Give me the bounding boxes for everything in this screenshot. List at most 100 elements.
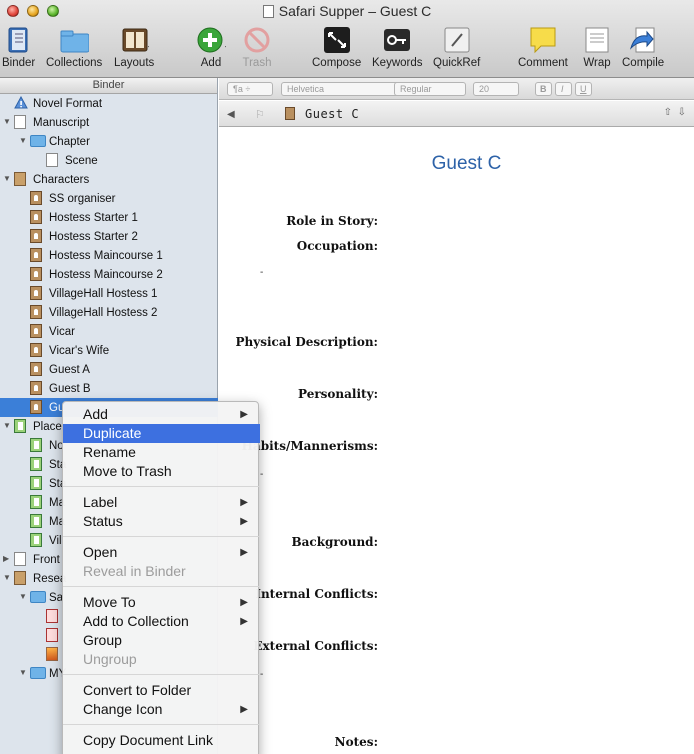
binder-item-label: Front [33,553,60,566]
back-arrow-icon[interactable]: ◀ [227,109,235,120]
menu-item-label: Status [83,513,123,529]
binder-item[interactable]: ▼ Chapter [0,132,218,151]
previous-document-icon[interactable]: ⇧ [664,107,672,118]
menu-item-add[interactable]: Add ▶ [63,405,260,424]
compose-toolbar-button[interactable]: Compose [312,25,361,69]
binder-item[interactable]: Vicar's Wife [0,341,218,360]
binder-item-label: Manuscript [33,116,90,129]
wrap-toolbar-button[interactable]: Wrap [582,25,612,69]
menu-item-label: Ungroup [83,651,137,667]
next-document-icon[interactable]: ⇩ [678,107,686,118]
place-sheet-icon [30,438,42,452]
menu-item-status[interactable]: Status ▶ [63,512,260,531]
disclosure-expanded-icon[interactable]: ▼ [3,422,11,430]
binder-label: Binder [2,57,36,69]
bookmark-icon[interactable]: ⚐ [255,108,265,121]
disclosure-collapsed-icon[interactable]: ▶ [3,555,11,563]
binder-item-label: Characters [33,173,90,186]
editor-header-bar: ◀ ⚐ Guest C ⇧ ⇩ [219,101,694,127]
keywords-toolbar-button[interactable]: Keywords [372,25,423,69]
keywords-icon [382,25,412,55]
window-toolbar: Safari Supper – Guest C Binder Collectio… [0,0,694,78]
menu-item-add-to-collection[interactable]: Add to Collection ▶ [63,612,260,631]
comment-toolbar-button[interactable]: Comment [518,25,568,69]
menu-item-label: Change Icon [83,701,163,717]
scrivener-window: Safari Supper – Guest C Binder Collectio… [0,0,694,754]
field-background: Background: [291,535,378,549]
external-conflicts-dash: - [260,669,264,680]
binder-item[interactable]: VillageHall Hostess 1 [0,284,218,303]
collections-toolbar-button[interactable]: Collections [46,25,102,69]
binder-item[interactable]: Novel Format [0,94,218,113]
binder-item[interactable]: Guest B [0,379,218,398]
character-sheet-icon [30,400,42,414]
binder-item-label: SS organiser [49,192,116,205]
menu-item-change-icon[interactable]: Change Icon ▶ [63,700,260,719]
editor-pane[interactable]: Guest C Role in Story: Occupation: - Phy… [219,127,694,754]
wrap-label: Wrap [583,57,611,69]
binder-item[interactable]: Vicar [0,322,218,341]
document-icon [14,115,26,129]
binder-item[interactable]: Hostess Starter 2 [0,227,218,246]
field-habits-mannerisms: Habits/Mannerisms: [241,439,378,453]
bold-label: B [540,84,547,94]
collections-label: Collections [46,57,103,69]
compile-toolbar-button[interactable]: Compile [622,25,664,69]
font-style-value: Regular [400,84,432,94]
menu-item-label: Move to Trash [83,463,172,479]
binder-item[interactable]: Guest A [0,360,218,379]
binder-toolbar-button[interactable]: Binder [2,25,35,69]
binder-item[interactable]: Scene [0,151,218,170]
disclosure-expanded-icon[interactable]: ▼ [3,118,11,126]
menu-item-rename[interactable]: Rename [63,443,260,462]
binder-item[interactable]: SS organiser [0,189,218,208]
character-sheet-icon [30,248,42,262]
binder-item[interactable]: ▼ Manuscript [0,113,218,132]
menu-item-convert-to-folder[interactable]: Convert to Folder [63,681,260,700]
quickref-toolbar-button[interactable]: QuickRef [433,25,480,69]
binder-item-label: Guest B [49,382,91,395]
font-style-select[interactable]: Regular [394,82,466,96]
binder-item[interactable]: Hostess Starter 1 [0,208,218,227]
binder-item-label: Hostess Starter 2 [49,230,138,243]
menu-item-move-to-trash[interactable]: Move to Trash [63,462,260,481]
quickref-label: QuickRef [433,57,481,69]
bold-button[interactable]: B [535,82,552,96]
disclosure-expanded-icon[interactable]: ▼ [3,574,11,582]
disclosure-expanded-icon[interactable]: ▼ [19,593,27,601]
disclosure-expanded-icon[interactable]: ▼ [3,175,11,183]
underline-button[interactable]: U [575,82,592,96]
disclosure-expanded-icon[interactable]: ▼ [19,669,27,677]
field-notes: Notes: [334,735,378,749]
font-size-value: 20 [479,84,490,94]
field-occupation: Occupation: [296,239,378,253]
menu-separator [63,486,260,487]
binder-item[interactable]: ▼ Characters [0,170,218,189]
paragraph-style-select[interactable]: ¶a ÷ [227,82,273,96]
binder-item[interactable]: Hostess Maincourse 1 [0,246,218,265]
binder-item[interactable]: VillageHall Hostess 2 [0,303,218,322]
menu-item-label-submenu[interactable]: Label ▶ [63,493,260,512]
font-size-select[interactable]: 20 [473,82,519,96]
binder-item-label: Vil [49,534,62,547]
character-sheet-icon [30,381,42,395]
menu-separator [63,724,260,725]
menu-item-label: Label [83,494,118,510]
trash-toolbar-button[interactable]: Trash [242,25,272,69]
italic-button[interactable]: I [555,82,572,96]
menu-item-move-to[interactable]: Move To ▶ [63,593,260,612]
menu-item-group[interactable]: Group [63,631,260,650]
disclosure-expanded-icon[interactable]: ▼ [19,137,27,145]
menu-item-duplicate[interactable]: Duplicate [63,424,260,443]
add-label: Add [200,57,222,69]
character-sheet-icon [30,362,42,376]
pdf-file-icon [46,609,58,623]
binder-item[interactable]: Hostess Maincourse 2 [0,265,218,284]
font-family-select[interactable]: Helvetica [281,82,407,96]
layouts-toolbar-button[interactable]: Layouts [114,25,154,69]
menu-item-open[interactable]: Open ▶ [63,543,260,562]
menu-item-copy-document-link[interactable]: Copy Document Link [63,731,260,750]
add-toolbar-button[interactable]: Add [196,25,226,69]
character-sheet-icon [285,107,295,120]
folder-icon [30,667,46,679]
